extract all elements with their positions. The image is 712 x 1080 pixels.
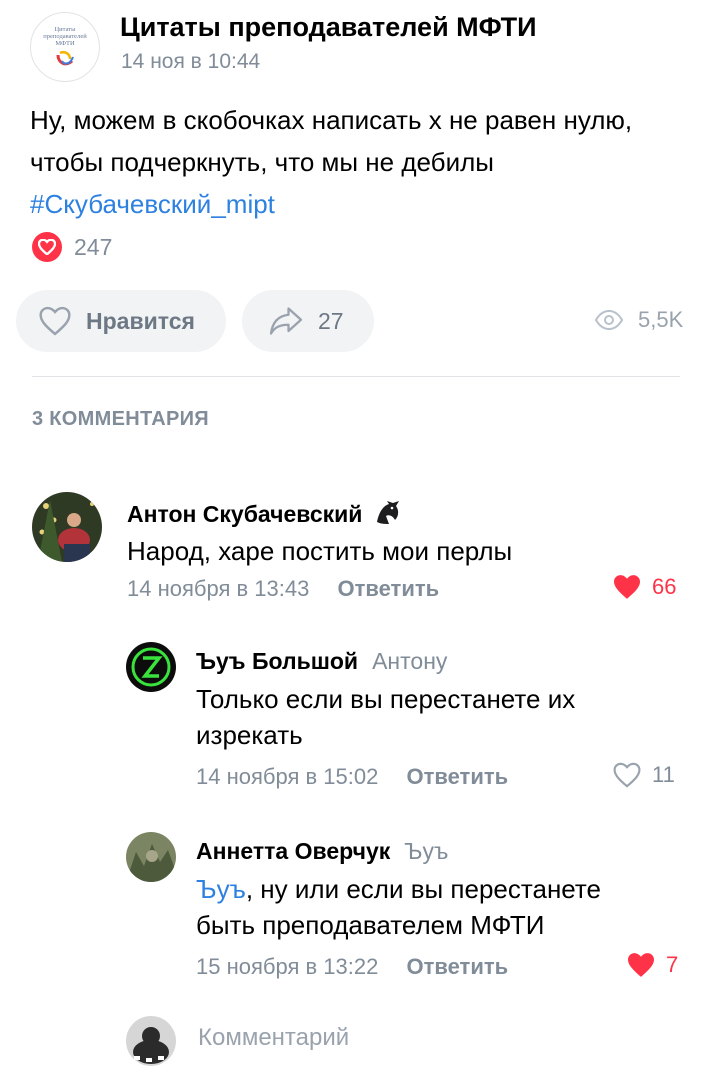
heart-filled-icon xyxy=(614,575,640,599)
comment-like-button[interactable]: 7 xyxy=(626,952,678,978)
comment-meta: 14 ноября в 15:02 Ответить xyxy=(196,764,508,790)
views-count: 5,5K xyxy=(638,307,684,332)
reply-button[interactable]: Ответить xyxy=(337,576,439,601)
comment-author-name[interactable]: Аннетта Оверчук xyxy=(196,838,390,864)
group-avatar-text: Цитаты преподавателей МФТИ xyxy=(43,25,87,47)
avatar-photo xyxy=(126,642,176,692)
comment-reply-to[interactable]: Ъуъ xyxy=(404,838,448,864)
avatar-photo xyxy=(126,1016,176,1066)
comment-input[interactable]: Комментарий xyxy=(198,1024,349,1052)
reply-button[interactable]: Ответить xyxy=(406,764,508,789)
reaction-heart-badge[interactable] xyxy=(32,232,62,262)
reaction-count[interactable]: 247 xyxy=(74,232,112,262)
group-avatar[interactable]: Цитаты преподавателей МФТИ xyxy=(30,12,100,82)
share-button[interactable]: 27 xyxy=(242,290,374,352)
comment-like-button[interactable]: 66 xyxy=(612,574,676,600)
comment-avatar[interactable] xyxy=(126,642,176,692)
comment-text: Ъуъ, ну или если вы перестанете быть пре… xyxy=(196,871,666,943)
like-button-label: Нравится xyxy=(86,307,195,334)
comment-date[interactable]: 14 ноября в 15:02 xyxy=(196,764,378,789)
comment-meta: 14 ноября в 13:43 Ответить xyxy=(127,576,439,602)
comment-avatar[interactable] xyxy=(32,492,102,562)
share-count: 27 xyxy=(318,307,344,334)
reply-button[interactable]: Ответить xyxy=(406,954,508,979)
comment-text: Только если вы перестанете их изрекать xyxy=(196,684,576,750)
share-arrow-icon xyxy=(269,307,303,335)
comment-body: , ну или если вы перестанете быть препод… xyxy=(196,874,601,940)
composer-avatar[interactable] xyxy=(126,1016,176,1066)
comment-like-button[interactable]: 11 xyxy=(612,762,675,788)
eye-icon xyxy=(594,310,624,330)
comment-reply-to[interactable]: Антону xyxy=(372,648,447,674)
comment-author[interactable]: Антон Скубачевский xyxy=(127,500,401,528)
heart-outline-icon xyxy=(613,762,641,788)
comment-meta: 15 ноября в 13:22 Ответить xyxy=(196,954,508,980)
like-button[interactable]: Нравится xyxy=(16,290,226,352)
comment-author[interactable]: Ъуъ Большой Антону xyxy=(196,648,447,675)
heart-outline-icon xyxy=(39,306,71,336)
post-text: Ну, можем в скобочках написать х не раве… xyxy=(30,99,690,225)
comment-mention[interactable]: Ъуъ xyxy=(196,874,246,904)
comment-date[interactable]: 15 ноября в 13:22 xyxy=(196,954,378,979)
dragon-icon xyxy=(376,501,399,524)
comment-author[interactable]: Аннетта Оверчук Ъуъ xyxy=(196,838,448,865)
avatar-photo xyxy=(32,492,102,562)
post-hashtag[interactable]: #Скубачевский_mipt xyxy=(30,189,275,219)
post-body: Ну, можем в скобочках написать х не раве… xyxy=(30,105,633,177)
group-name[interactable]: Цитаты преподавателей МФТИ xyxy=(120,12,537,43)
comment-like-count: 66 xyxy=(652,574,677,599)
comments-header: 3 КОММЕНТАРИЯ xyxy=(32,408,209,430)
comment-author-name[interactable]: Антон Скубачевский xyxy=(127,501,362,527)
heart-filled-icon xyxy=(628,953,654,977)
post-date[interactable]: 14 ноя в 10:44 xyxy=(121,50,260,74)
comment-like-count: 7 xyxy=(666,952,679,977)
divider xyxy=(32,376,680,377)
comment-date[interactable]: 14 ноября в 13:43 xyxy=(127,576,309,601)
comment-author-name[interactable]: Ъуъ Большой xyxy=(196,648,358,674)
comment-text: Народ, харе постить мои перлы xyxy=(127,536,513,566)
comment-avatar[interactable] xyxy=(126,832,176,882)
logo-swirl-icon xyxy=(56,50,74,65)
heart-icon xyxy=(38,239,56,255)
views: 5,5K xyxy=(594,307,683,333)
avatar-photo xyxy=(126,832,176,882)
comment-like-count: 11 xyxy=(652,762,675,787)
